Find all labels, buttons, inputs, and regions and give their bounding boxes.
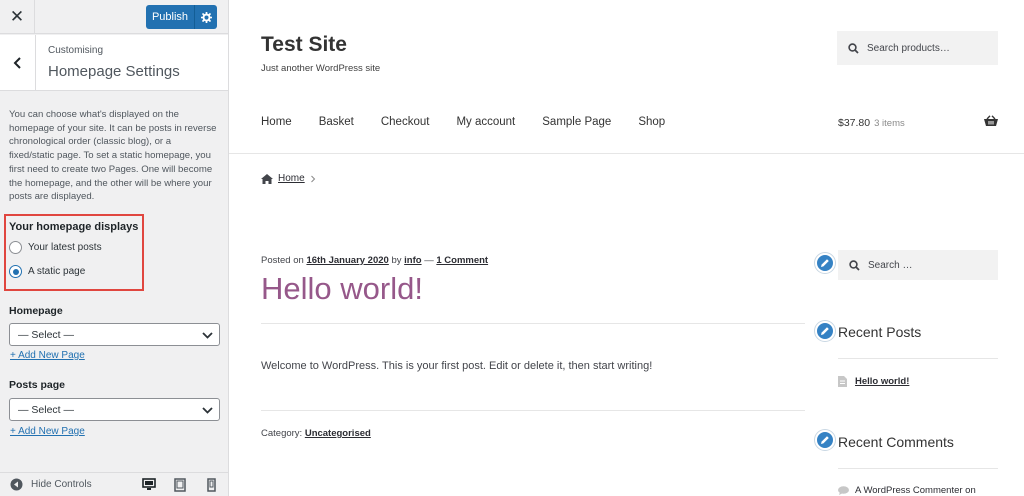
post-content: Welcome to WordPress. This is your first… [261, 360, 653, 372]
homepage-select[interactable]: — Select — [9, 323, 220, 346]
publish-settings-button[interactable] [195, 11, 217, 23]
sidebar-search-placeholder: Search … [868, 259, 913, 271]
post-title-divider [261, 323, 805, 324]
pencil-icon [821, 436, 829, 444]
section-header: Customising Homepage Settings [0, 35, 228, 91]
search-icon [849, 259, 860, 271]
post-author-link[interactable]: info [404, 255, 421, 266]
radio-button-checked[interactable] [9, 265, 22, 278]
home-icon [261, 173, 273, 184]
section-description: You can choose what's displayed on the h… [9, 109, 217, 203]
gear-icon [200, 11, 212, 23]
widget-title-divider [838, 358, 998, 359]
pencil-icon [821, 327, 829, 335]
publish-label: Publish [151, 11, 189, 23]
posts-page-select[interactable]: — Select — [9, 398, 220, 421]
customizer-panel: ✕ Publish Customising Homepage Settings … [0, 0, 229, 496]
homepage-displays-label: Your homepage displays [9, 221, 139, 233]
cart-summary[interactable]: $37.80 3 items [838, 117, 905, 129]
site-title[interactable]: Test Site [261, 33, 347, 57]
meta-dash: — [424, 255, 434, 266]
recent-comments-title: Recent Comments [838, 434, 954, 450]
posted-on-label: Posted on [261, 255, 304, 266]
radio-label: A static page [28, 266, 86, 277]
post-category: Category: Uncategorised [261, 428, 371, 439]
mobile-preview-icon[interactable] [207, 478, 216, 492]
hide-controls-button[interactable]: Hide Controls [10, 478, 92, 491]
recent-post-link[interactable]: Hello world! [855, 376, 909, 387]
tablet-preview-icon[interactable] [174, 478, 186, 492]
chevron-down-icon [202, 332, 213, 339]
cart-item-count: 3 items [874, 118, 905, 129]
chevron-left-icon [13, 57, 21, 69]
nav-item-sample-page[interactable]: Sample Page [542, 116, 611, 128]
primary-navigation: Home Basket Checkout My account Sample P… [261, 116, 692, 128]
radio-label: Your latest posts [28, 242, 102, 253]
category-label: Category: [261, 428, 303, 439]
homepage-label: Homepage [9, 305, 63, 317]
header-divider [229, 153, 1024, 154]
post-comments-link[interactable]: 1 Comment [436, 255, 488, 266]
panel-breadcrumb: Customising [48, 45, 104, 56]
product-search-input[interactable]: Search products… [837, 31, 998, 65]
widget-title-divider [838, 468, 998, 469]
posts-page-label: Posts page [9, 379, 66, 391]
radio-static-page[interactable]: A static page [9, 265, 85, 278]
breadcrumb-home-link[interactable]: Home [278, 173, 305, 184]
posts-page-select-value: — Select — [18, 403, 75, 416]
nav-item-checkout[interactable]: Checkout [381, 116, 430, 128]
nav-item-home[interactable]: Home [261, 116, 292, 128]
chevron-down-icon [202, 407, 213, 414]
recent-post-item: Hello world! [838, 376, 909, 387]
recent-comment-item: A WordPress Commenter on [838, 485, 976, 496]
post-meta: Posted on 16th January 2020 by info — 1 … [261, 255, 488, 266]
add-new-posts-page-link[interactable]: + Add New Page [10, 426, 85, 437]
edit-shortcut-search-widget[interactable] [815, 253, 835, 273]
recent-comment-text[interactable]: A WordPress Commenter on [855, 485, 976, 496]
collapse-arrow-icon [10, 478, 23, 491]
radio-latest-posts[interactable]: Your latest posts [9, 241, 102, 254]
nav-item-basket[interactable]: Basket [319, 116, 354, 128]
panel-header: ✕ Publish [0, 0, 228, 34]
nav-item-shop[interactable]: Shop [638, 116, 665, 128]
site-description: Just another WordPress site [261, 63, 381, 74]
cart-total: $37.80 [838, 117, 871, 129]
panel-footer: Hide Controls [0, 472, 228, 496]
section-title: Homepage Settings [48, 63, 180, 80]
homepage-select-value: — Select — [18, 328, 75, 341]
search-icon [848, 42, 859, 54]
post-title[interactable]: Hello world! [261, 271, 423, 307]
sidebar-search-input[interactable]: Search … [838, 250, 998, 280]
edit-shortcut-recent-comments[interactable] [815, 430, 835, 450]
nav-item-my-account[interactable]: My account [456, 116, 515, 128]
pencil-icon [821, 259, 829, 267]
radio-button[interactable] [9, 241, 22, 254]
document-icon [838, 376, 847, 387]
add-new-homepage-link[interactable]: + Add New Page [10, 350, 85, 361]
back-button[interactable] [0, 35, 36, 91]
basket-icon[interactable] [984, 115, 998, 127]
category-link[interactable]: Uncategorised [305, 428, 371, 439]
chevron-right-icon [310, 175, 315, 182]
breadcrumb: Home [261, 173, 316, 184]
post-content-divider [261, 410, 805, 411]
by-label: by [391, 255, 402, 266]
product-search-placeholder: Search products… [867, 42, 950, 54]
post-date-link[interactable]: 16th January 2020 [306, 255, 388, 266]
edit-shortcut-recent-posts[interactable] [815, 321, 835, 341]
close-icon: ✕ [9, 7, 25, 26]
hide-controls-label: Hide Controls [31, 479, 92, 490]
desktop-preview-icon[interactable] [142, 478, 156, 491]
publish-button[interactable]: Publish [146, 5, 217, 29]
recent-posts-title: Recent Posts [838, 324, 922, 340]
comment-icon [838, 486, 849, 495]
close-customizer-button[interactable]: ✕ [0, 0, 35, 34]
